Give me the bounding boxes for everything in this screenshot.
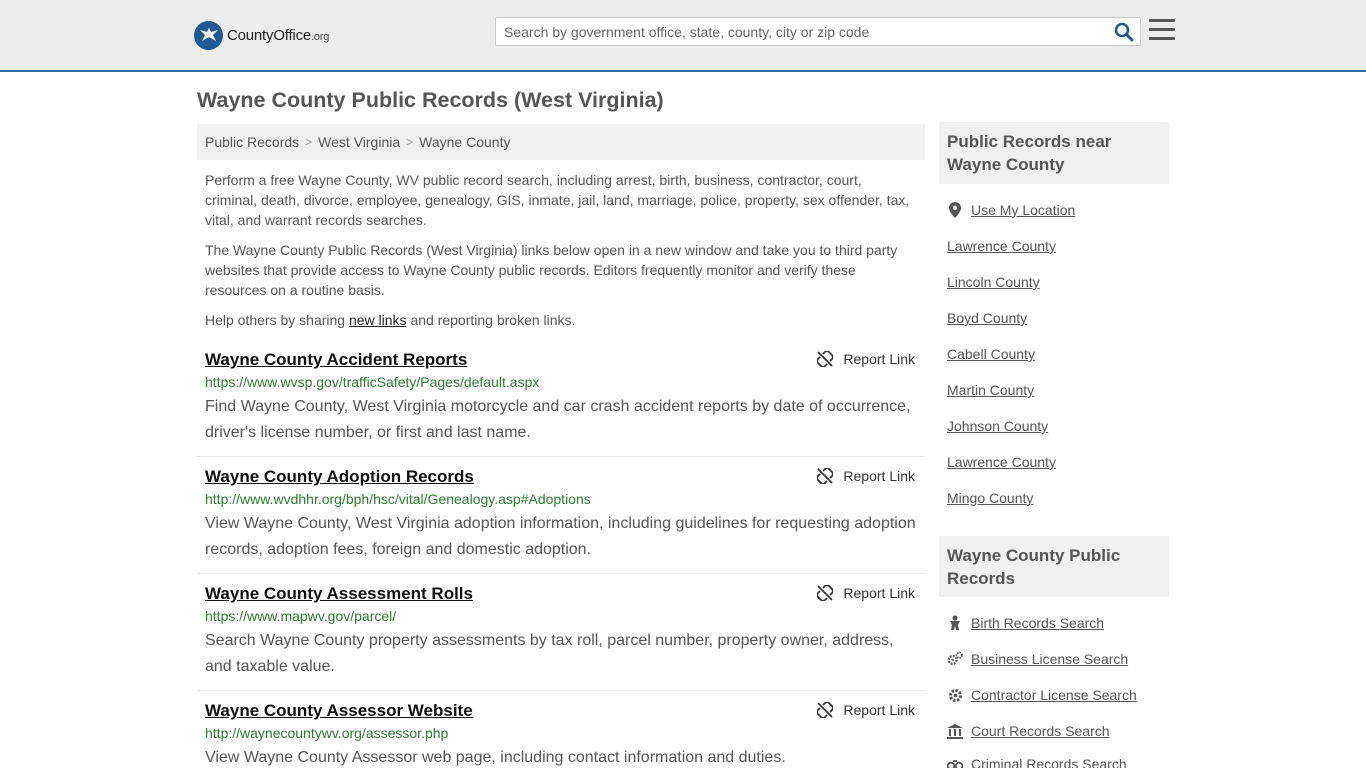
criminal-records-link[interactable]: Criminal Records Search [947, 756, 1127, 768]
breadcrumb-west-virginia[interactable]: West Virginia [318, 134, 400, 150]
record-description: View Wayne County Assessor web page, inc… [205, 749, 786, 766]
record-title-link[interactable]: Wayne County Accident Reports [205, 350, 467, 370]
broken-link-icon [817, 702, 834, 718]
map-marker-icon [947, 202, 963, 218]
nearby-county-link[interactable]: Mingo County [947, 490, 1033, 506]
report-link-button[interactable]: Report Link [817, 351, 915, 367]
search-box [495, 17, 1141, 46]
page-title: Wayne County Public Records (West Virgin… [197, 88, 664, 112]
record-item: Wayne County Accident Reports Report Lin… [197, 350, 925, 457]
record-title-link[interactable]: Wayne County Adoption Records [205, 467, 474, 487]
site-header: CountyOffice.org [0, 0, 1366, 72]
nearby-county-link[interactable]: Lincoln County [947, 274, 1040, 290]
county-records-heading-box: Wayne County Public Records [939, 536, 1169, 597]
courthouse-icon [947, 723, 963, 739]
gear-icon [947, 687, 963, 703]
business-license-link[interactable]: Business License Search [947, 651, 1128, 667]
record-title-link[interactable]: Wayne County Assessor Website [205, 701, 473, 721]
report-link-button[interactable]: Report Link [817, 702, 915, 718]
record-item: Wayne County Adoption Records Report Lin… [197, 467, 925, 574]
report-link-button[interactable]: Report Link [817, 468, 915, 484]
breadcrumb-separator: > [406, 135, 414, 149]
nearby-county-link[interactable]: Martin County [947, 382, 1034, 398]
hamburger-menu-icon[interactable] [1149, 19, 1175, 43]
record-item: Wayne County Assessment Rolls Report Lin… [197, 584, 925, 691]
nearby-county-link[interactable]: Boyd County [947, 310, 1027, 326]
record-url: http://waynecountywv.org/assessor.php [205, 725, 449, 741]
record-url: https://www.wvsp.gov/trafficSafety/Pages… [205, 374, 540, 390]
record-url: http://www.wvdhhr.org/bph/hsc/vital/Gene… [205, 491, 591, 507]
breadcrumb-wayne-county[interactable]: Wayne County [419, 134, 510, 150]
use-my-location-link[interactable]: Use My Location [947, 202, 1075, 218]
record-url: https://www.mapwv.gov/parcel/ [205, 608, 397, 624]
broken-link-icon [817, 351, 834, 367]
county-records-heading: Wayne County Public Records [947, 546, 1121, 588]
breadcrumb: Public Records > West Virginia > Wayne C… [197, 124, 925, 160]
nearby-records-heading-box: Public Records near Wayne County [939, 122, 1169, 184]
breadcrumb-separator: > [305, 135, 313, 149]
record-description: Search Wayne County property assessments… [205, 632, 894, 675]
logo-wordmark: CountyOffice.org [227, 26, 330, 44]
record-item: Wayne County Assessor Website Report Lin… [197, 701, 925, 768]
contractor-license-link[interactable]: Contractor License Search [947, 687, 1137, 703]
nearby-county-link[interactable]: Lawrence County [947, 454, 1056, 470]
nearby-county-link[interactable]: Cabell County [947, 346, 1035, 362]
new-links-link[interactable]: new links [349, 312, 407, 328]
nearby-county-link[interactable]: Lawrence County [947, 238, 1056, 254]
record-description: Find Wayne County, West Virginia motorcy… [205, 398, 911, 441]
broken-link-icon [817, 468, 834, 484]
share-paragraph: Help others by sharing new links and rep… [205, 312, 576, 328]
breadcrumb-public-records[interactable]: Public Records [205, 134, 299, 150]
gears-icon [947, 651, 963, 667]
handcuffs-icon [947, 756, 963, 768]
report-link-button[interactable]: Report Link [817, 585, 915, 601]
record-description: View Wayne County, West Virginia adoptio… [205, 515, 916, 558]
site-logo[interactable]: CountyOffice.org [194, 20, 329, 50]
search-icon[interactable] [1114, 22, 1134, 42]
broken-link-icon [817, 585, 834, 601]
baby-icon [947, 615, 963, 631]
record-title-link[interactable]: Wayne County Assessment Rolls [205, 584, 473, 604]
court-records-link[interactable]: Court Records Search [947, 723, 1110, 739]
search-input[interactable] [496, 18, 1106, 45]
nearby-records-heading: Public Records near Wayne County [947, 132, 1112, 174]
intro-paragraph: Perform a free Wayne County, WV public r… [205, 172, 910, 228]
logo-seal-icon [194, 20, 223, 50]
nearby-county-link[interactable]: Johnson County [947, 418, 1048, 434]
disclaimer-paragraph: The Wayne County Public Records (West Vi… [205, 242, 898, 298]
birth-records-link[interactable]: Birth Records Search [947, 615, 1104, 631]
